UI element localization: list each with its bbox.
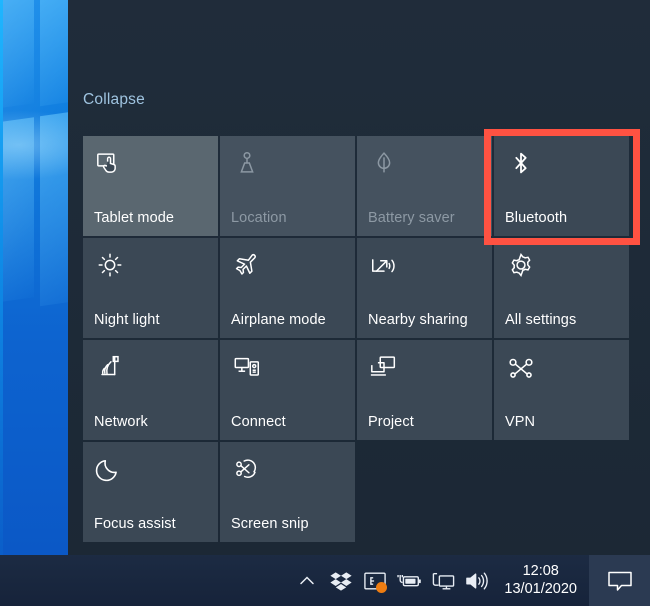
quick-actions-row: Tablet mode Location Battery saver Bluet… (83, 136, 639, 236)
quick-action-label: Location (231, 210, 287, 227)
collapse-link[interactable]: Collapse (83, 92, 145, 108)
show-hidden-icons-chevron-icon[interactable] (290, 555, 324, 606)
quick-action-tile-vpn[interactable]: VPN (494, 340, 629, 440)
desktop-wallpaper (0, 0, 68, 555)
wallpaper-glow (0, 110, 68, 180)
network-icon (95, 352, 125, 382)
quick-action-tile-empty (357, 442, 492, 542)
quick-action-tile-bluetooth[interactable]: Bluetooth (494, 136, 629, 236)
connect-icon (232, 352, 262, 382)
action-center-button[interactable] (589, 555, 650, 606)
quick-action-label: Night light (94, 312, 160, 329)
vpn-icon (506, 352, 536, 382)
battery-saver-icon (369, 148, 399, 178)
system-tray: 12:08 13/01/2020 (290, 555, 650, 606)
quick-action-tile-all-settings[interactable]: All settings (494, 238, 629, 338)
moon-icon (95, 454, 125, 484)
action-center-panel: Collapse Tablet mode Location Battery sa… (68, 0, 650, 555)
clock-time: 12:08 (522, 562, 559, 579)
quick-action-label: Nearby sharing (368, 312, 468, 329)
quick-action-label: Screen snip (231, 516, 309, 533)
dropbox-icon[interactable] (324, 555, 358, 606)
quick-actions-grid: Tablet mode Location Battery saver Bluet… (83, 136, 639, 544)
screenshot-tool-icon[interactable] (358, 555, 392, 606)
nearby-sharing-icon (369, 250, 399, 280)
quick-action-tile-nearby-sharing[interactable]: Nearby sharing (357, 238, 492, 338)
quick-action-tile-location[interactable]: Location (220, 136, 355, 236)
night-light-icon (95, 250, 125, 280)
quick-actions-row: Focus assist Screen snip (83, 442, 639, 542)
gear-icon (506, 250, 536, 280)
tablet-mode-icon (95, 148, 125, 178)
wallpaper-pane (40, 0, 68, 107)
quick-action-label: Connect (231, 414, 286, 431)
quick-action-label: VPN (505, 414, 536, 431)
quick-action-tile-tablet-mode[interactable]: Tablet mode (83, 136, 218, 236)
bluetooth-icon (506, 148, 536, 178)
quick-action-label: Airplane mode (231, 312, 326, 329)
quick-action-tile-project[interactable]: Project (357, 340, 492, 440)
taskbar-clock[interactable]: 12:08 13/01/2020 (494, 555, 589, 606)
wallpaper-pane (0, 0, 34, 109)
location-icon (232, 148, 262, 178)
quick-action-label: Project (368, 414, 414, 431)
quick-action-label: Network (94, 414, 148, 431)
quick-action-tile-night-light[interactable]: Night light (83, 238, 218, 338)
taskbar: 12:08 13/01/2020 (0, 555, 650, 606)
quick-action-tile-empty (494, 442, 629, 542)
quick-action-tile-battery-saver[interactable]: Battery saver (357, 136, 492, 236)
airplane-mode-icon (232, 250, 262, 280)
clock-date: 13/01/2020 (504, 580, 577, 597)
quick-action-label: Battery saver (368, 210, 455, 227)
project-icon (369, 352, 399, 382)
quick-action-label: Bluetooth (505, 210, 568, 227)
network-connection-icon[interactable] (426, 555, 460, 606)
quick-action-tile-screen-snip[interactable]: Screen snip (220, 442, 355, 542)
quick-action-tile-focus-assist[interactable]: Focus assist (83, 442, 218, 542)
quick-action-tile-airplane-mode[interactable]: Airplane mode (220, 238, 355, 338)
quick-action-label: All settings (505, 312, 577, 329)
windows-desktop-screen: Collapse Tablet mode Location Battery sa… (0, 0, 650, 606)
wallpaper-edge-highlight (0, 0, 3, 555)
volume-speaker-icon[interactable] (460, 555, 494, 606)
quick-action-label: Focus assist (94, 516, 176, 533)
battery-charging-icon[interactable] (392, 555, 426, 606)
quick-action-tile-connect[interactable]: Connect (220, 340, 355, 440)
screen-snip-icon (232, 454, 262, 484)
quick-action-tile-network[interactable]: Network (83, 340, 218, 440)
quick-action-label: Tablet mode (94, 210, 175, 227)
quick-actions-row: Night light Airplane mode Nearby sharing… (83, 238, 639, 338)
quick-actions-row: Network Connect Project VPN (83, 340, 639, 440)
